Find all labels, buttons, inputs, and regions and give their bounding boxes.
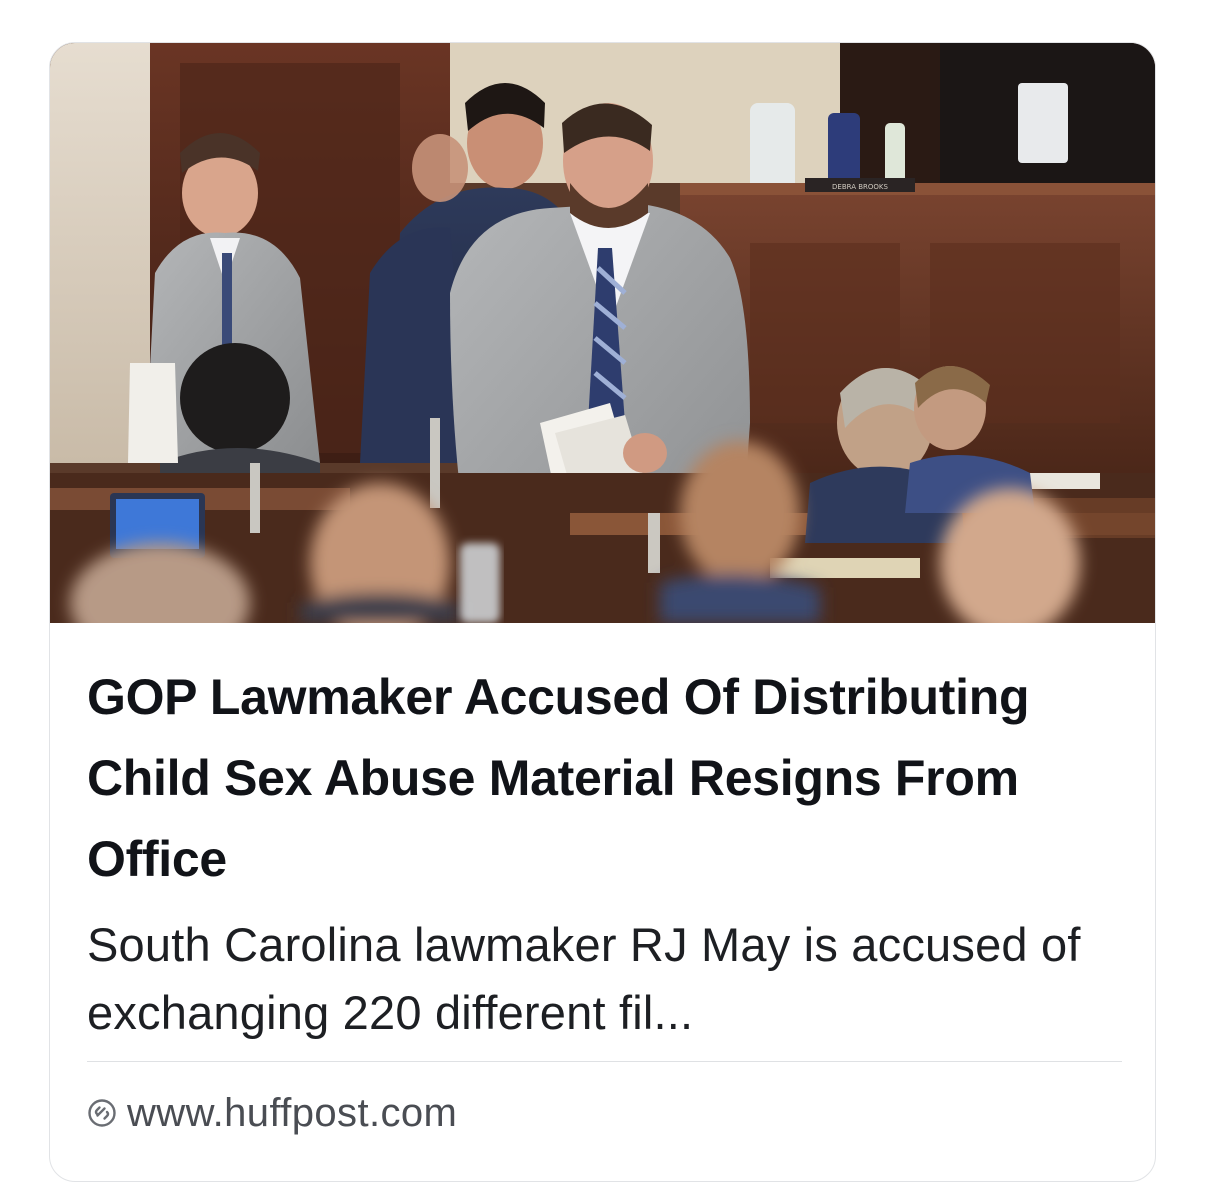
photo-illustration: DEBRA BROOKS xyxy=(50,43,1155,623)
divider xyxy=(87,1061,1122,1062)
source-link[interactable]: www.huffpost.com xyxy=(87,1089,457,1137)
link-preview-card[interactable]: DEBRA BROOKS GOP Lawmaker Accused Of Dis… xyxy=(49,42,1156,1182)
article-description: South Carolina lawmaker RJ May is accuse… xyxy=(87,918,1081,1039)
source-url: www.huffpost.com xyxy=(127,1090,458,1135)
link-icon xyxy=(87,1098,117,1128)
article-photo[interactable]: DEBRA BROOKS xyxy=(50,43,1155,623)
nameplate-text: DEBRA BROOKS xyxy=(832,183,888,191)
article-title[interactable]: GOP Lawmaker Accused Of Distributing Chi… xyxy=(87,657,1087,900)
